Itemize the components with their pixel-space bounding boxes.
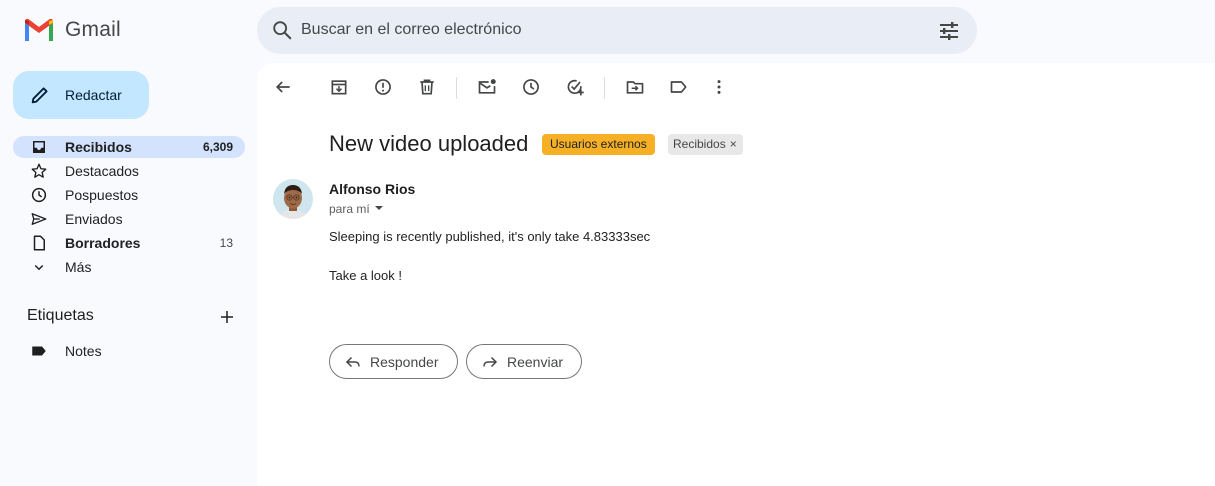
sidebar-item-sent[interactable]: Enviados bbox=[13, 208, 245, 230]
add-task-button[interactable] bbox=[565, 77, 585, 97]
sidebar-item-label: Destacados bbox=[65, 163, 139, 179]
draft-icon bbox=[33, 235, 45, 251]
sidebar-label-notes[interactable]: Notes bbox=[13, 340, 245, 362]
sidebar-item-starred[interactable]: Destacados bbox=[13, 160, 245, 182]
email-body-line: Take a look ! bbox=[329, 268, 402, 283]
move-to-icon bbox=[626, 81, 644, 94]
external-users-chip: Usuarios externos bbox=[542, 134, 655, 155]
gmail-m-icon bbox=[25, 18, 53, 41]
move-to-button[interactable] bbox=[625, 77, 645, 97]
search-icon[interactable] bbox=[271, 19, 293, 41]
add-task-icon bbox=[567, 79, 584, 96]
back-button[interactable] bbox=[273, 77, 293, 97]
pencil-icon bbox=[31, 87, 48, 104]
message-pane: New video uploaded Usuarios externos Rec… bbox=[257, 63, 1215, 486]
label-icon bbox=[32, 346, 46, 356]
sidebar-item-label: Más bbox=[65, 259, 92, 275]
email-subject: New video uploaded bbox=[329, 131, 529, 156]
more-button[interactable] bbox=[709, 77, 729, 97]
app-name: Gmail bbox=[65, 18, 121, 41]
forward-label: Reenviar bbox=[507, 354, 564, 370]
remove-label-icon[interactable]: × bbox=[730, 137, 737, 151]
archive-button[interactable] bbox=[329, 77, 349, 97]
sidebar-item-snoozed[interactable]: Pospuestos bbox=[13, 184, 245, 206]
email-body-line: Sleeping is recently published, it's onl… bbox=[329, 229, 651, 244]
inbox-icon bbox=[33, 141, 45, 153]
sender-avatar-icon bbox=[273, 179, 313, 219]
sidebar-item-label: Pospuestos bbox=[65, 187, 139, 203]
search-input[interactable]: Buscar en el correo electrónico bbox=[301, 21, 522, 39]
delete-button[interactable] bbox=[417, 77, 437, 97]
sidebar-item-label: Notes bbox=[65, 343, 102, 359]
back-icon bbox=[275, 81, 290, 93]
search-bar[interactable]: Buscar en el correo electrónico bbox=[257, 7, 977, 54]
mark-unread-icon bbox=[478, 79, 496, 94]
labels-button[interactable] bbox=[669, 77, 689, 97]
add-label-icon[interactable] bbox=[218, 308, 236, 326]
sidebar-item-more[interactable]: Más bbox=[13, 256, 245, 278]
clock-icon bbox=[31, 187, 47, 203]
recipient-summary[interactable]: para mí bbox=[329, 202, 370, 216]
search-options-icon[interactable] bbox=[937, 19, 961, 43]
draft-count: 13 bbox=[219, 236, 233, 250]
toolbar-divider bbox=[604, 77, 605, 99]
compose-label: Redactar bbox=[65, 87, 122, 103]
inbox-label-text: Recibidos bbox=[673, 137, 726, 151]
labels-heading: Etiquetas bbox=[27, 307, 94, 324]
report-spam-icon bbox=[375, 79, 391, 95]
sidebar-item-label: Borradores bbox=[65, 235, 141, 251]
more-icon bbox=[717, 80, 721, 94]
snooze-icon bbox=[523, 79, 539, 95]
send-icon bbox=[31, 213, 47, 225]
star-icon bbox=[31, 163, 47, 178]
compose-button[interactable]: Redactar bbox=[13, 71, 149, 119]
reply-icon bbox=[345, 356, 360, 368]
report-spam-button[interactable] bbox=[373, 77, 393, 97]
toolbar-divider bbox=[456, 77, 457, 99]
forward-icon bbox=[483, 356, 498, 368]
caret-down-icon[interactable] bbox=[375, 206, 383, 210]
reply-label: Responder bbox=[370, 354, 439, 370]
chevron-down-icon bbox=[34, 264, 44, 271]
sidebar-item-inbox[interactable]: Recibidos 6,309 bbox=[13, 136, 245, 158]
mark-unread-button[interactable] bbox=[477, 77, 497, 97]
delete-icon bbox=[420, 79, 434, 95]
unread-count: 6,309 bbox=[202, 140, 233, 154]
labels-icon bbox=[670, 81, 687, 93]
inbox-label-chip: Recibidos × bbox=[668, 134, 743, 155]
sidebar-item-label: Enviados bbox=[65, 211, 123, 227]
archive-icon bbox=[331, 80, 347, 95]
gmail-logo[interactable]: Gmail bbox=[22, 17, 121, 43]
snooze-button[interactable] bbox=[521, 77, 541, 97]
avatar[interactable] bbox=[273, 179, 313, 219]
forward-button[interactable]: Reenviar bbox=[466, 344, 582, 379]
reply-button[interactable]: Responder bbox=[329, 344, 458, 379]
sidebar-item-drafts[interactable]: Borradores 13 bbox=[13, 232, 245, 254]
sender-name: Alfonso Rios bbox=[329, 181, 416, 197]
sidebar-item-label: Recibidos bbox=[65, 139, 132, 155]
